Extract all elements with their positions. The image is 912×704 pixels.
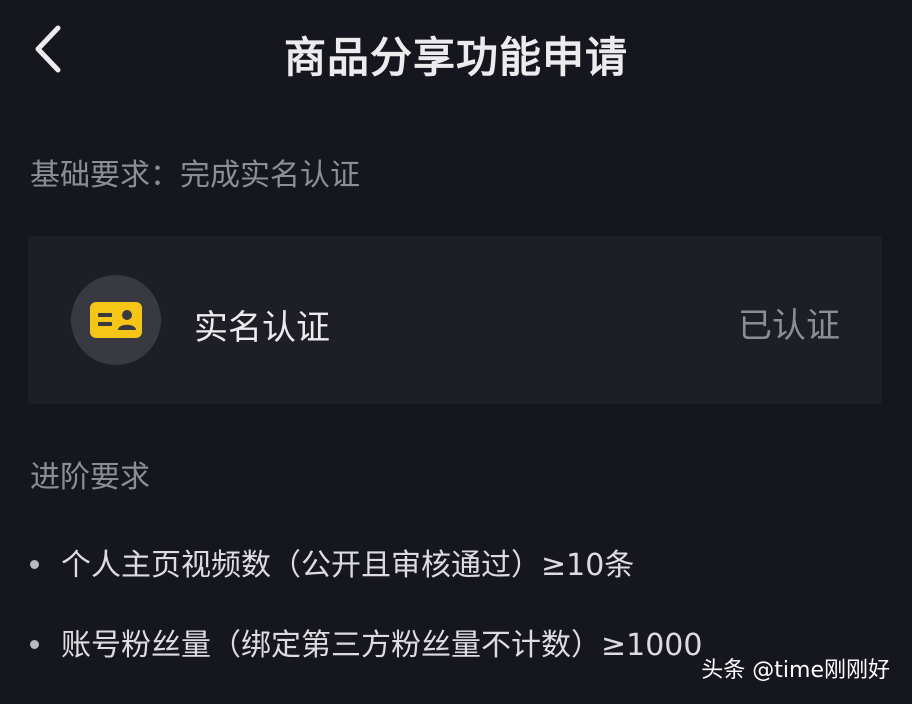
real-name-verification-card[interactable]: 实名认证 已认证 bbox=[28, 236, 882, 404]
top-bar: 商品分享功能申请 bbox=[0, 0, 912, 100]
card-icon-badge bbox=[71, 275, 161, 365]
bullet-icon bbox=[30, 560, 39, 569]
requirement-item-videos: 个人主页视频数（公开且审核通过）≥10条 bbox=[30, 540, 634, 584]
requirement-item-followers: 账号粉丝量（绑定第三方粉丝量不计数）≥1000 bbox=[30, 620, 702, 664]
id-card-icon bbox=[90, 302, 142, 338]
requirement-text: 个人主页视频数（公开且审核通过）≥10条 bbox=[61, 548, 635, 583]
advanced-requirement-label: 进阶要求 bbox=[30, 460, 150, 495]
card-title: 实名认证 bbox=[194, 308, 330, 348]
page-title: 商品分享功能申请 bbox=[283, 33, 628, 82]
bullet-icon bbox=[30, 640, 39, 649]
basic-requirement-label: 基础要求：完成实名认证 bbox=[30, 158, 360, 193]
requirement-text: 账号粉丝量（绑定第三方粉丝量不计数）≥1000 bbox=[61, 628, 703, 663]
watermark: 头条 @time刚刚好 bbox=[701, 658, 890, 683]
verification-status: 已认证 bbox=[738, 306, 840, 346]
